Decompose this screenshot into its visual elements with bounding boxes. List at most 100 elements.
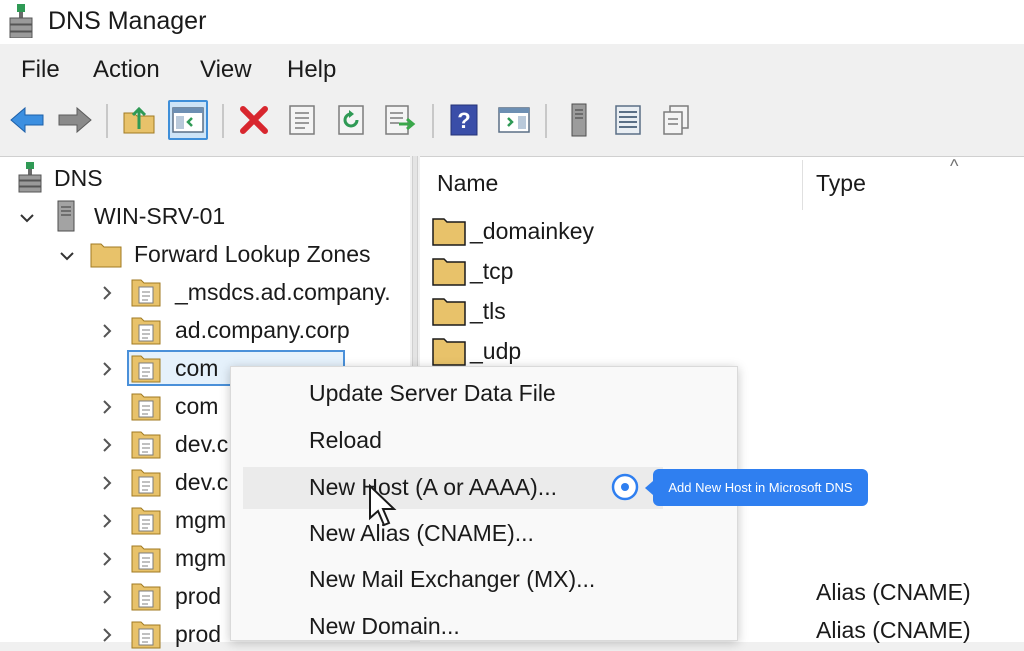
click-target-icon — [611, 473, 639, 501]
zone-file-icon — [131, 279, 161, 307]
help-icon[interactable]: ? — [444, 100, 484, 140]
tree-label: dev.c — [175, 430, 229, 457]
tree-item-zone[interactable]: prod — [131, 617, 221, 651]
chevron-right-icon[interactable] — [98, 284, 116, 302]
toolbar: ? — [0, 94, 1024, 150]
list-icon[interactable] — [608, 100, 648, 140]
tree-item-zone[interactable]: _msdcs.ad.company. — [131, 275, 391, 309]
zone-file-icon — [131, 507, 161, 535]
tree-item-zone[interactable]: com — [131, 351, 218, 385]
dns-app-icon — [9, 4, 33, 38]
menu-file[interactable]: File — [21, 56, 60, 84]
zone-file-icon — [131, 545, 161, 573]
chevron-right-icon[interactable] — [98, 626, 116, 644]
tree-item-forward-lookup-zones[interactable]: Forward Lookup Zones — [90, 237, 371, 271]
list-item[interactable]: _tls — [432, 293, 506, 329]
step-tooltip: Add New Host in Microsoft DNS — [653, 469, 868, 506]
tree-item-zone[interactable]: mgm — [131, 503, 226, 537]
up-folder-icon[interactable] — [119, 100, 159, 140]
list-item[interactable]: _domainkey — [432, 213, 594, 249]
tree-label: com — [175, 392, 219, 419]
chevron-right-icon[interactable] — [98, 322, 116, 340]
tree-item-zone[interactable]: ad.company.corp — [131, 313, 350, 347]
menu-item-reload[interactable]: Reload — [309, 427, 382, 454]
tooltip-tail — [645, 481, 653, 495]
tree-label: prod — [175, 582, 222, 609]
menu-item-new-mail-exchanger[interactable]: New Mail Exchanger (MX)... — [309, 566, 595, 593]
folder-icon — [432, 258, 466, 286]
tree-label: com — [175, 354, 219, 381]
svg-text:?: ? — [457, 108, 470, 133]
list-item[interactable]: _udp — [432, 333, 521, 369]
console-tree-icon[interactable] — [168, 100, 208, 140]
menu-view[interactable]: View — [200, 56, 252, 84]
zone-file-icon — [131, 355, 161, 383]
zone-file-icon — [131, 469, 161, 497]
tree-label: dev.c — [175, 468, 229, 495]
menu-bar: File Action View Help — [0, 50, 1024, 90]
tree-label: _msdcs.ad.company. — [175, 278, 391, 305]
zone-file-icon — [131, 621, 161, 649]
chevron-down-icon[interactable] — [18, 209, 36, 227]
list-item-name: _udp — [470, 337, 522, 364]
tree-label: mgm — [175, 544, 227, 571]
tree-item-server[interactable]: WIN-SRV-01 — [56, 199, 225, 233]
folder-icon — [432, 218, 466, 246]
column-header-name[interactable]: Name — [437, 170, 498, 197]
list-item-type: Alias (CNAME) — [816, 617, 971, 643]
list-item-name: _tcp — [470, 257, 514, 284]
column-separator[interactable] — [802, 160, 803, 210]
folder-icon — [432, 298, 466, 326]
zone-file-icon — [131, 583, 161, 611]
back-arrow-icon[interactable] — [7, 100, 47, 140]
tree-label: DNS — [54, 164, 103, 191]
tree-item-zone[interactable]: mgm — [131, 541, 226, 575]
server-icon[interactable] — [559, 100, 599, 140]
menu-help[interactable]: Help — [287, 56, 336, 84]
list-item[interactable]: _tcp — [432, 253, 513, 289]
tree-item-zone[interactable]: prod — [131, 579, 221, 613]
menu-item-update-server-data-file[interactable]: Update Server Data File — [309, 380, 556, 407]
chevron-right-icon[interactable] — [98, 550, 116, 568]
menu-action[interactable]: Action — [93, 56, 160, 84]
forward-arrow-icon[interactable] — [55, 100, 95, 140]
tree-item-dns-root[interactable]: DNS — [18, 161, 103, 195]
chevron-down-icon[interactable] — [58, 247, 76, 265]
refresh-icon[interactable] — [331, 100, 371, 140]
action-pane-icon[interactable] — [494, 100, 534, 140]
sort-caret-icon: ^ — [950, 156, 959, 176]
properties-icon[interactable] — [282, 100, 322, 140]
delete-icon[interactable] — [234, 100, 274, 140]
copy-icon[interactable] — [656, 100, 696, 140]
list-item-name: _tls — [470, 297, 506, 324]
menu-item-new-host[interactable]: New Host (A or AAAA)... — [309, 474, 557, 501]
zone-file-icon — [131, 317, 161, 345]
tree-label: prod — [175, 620, 222, 647]
menu-item-new-alias[interactable]: New Alias (CNAME)... — [309, 520, 534, 547]
server-icon — [57, 200, 75, 232]
tree-item-zone[interactable]: com — [131, 389, 218, 423]
folder-icon — [90, 243, 122, 268]
chevron-right-icon[interactable] — [98, 436, 116, 454]
menu-item-new-domain[interactable]: New Domain... — [309, 613, 460, 640]
column-header-type[interactable]: Type — [816, 170, 866, 197]
mouse-cursor-icon — [369, 484, 397, 527]
zone-file-icon — [131, 431, 161, 459]
tree-label: ad.company.corp — [175, 316, 350, 343]
chevron-right-icon[interactable] — [98, 360, 116, 378]
export-list-icon[interactable] — [380, 100, 420, 140]
zone-file-icon — [131, 393, 161, 421]
folder-icon — [432, 338, 466, 366]
tree-label: WIN-SRV-01 — [94, 202, 226, 229]
window-title: DNS Manager — [48, 7, 207, 35]
tree-label: Forward Lookup Zones — [134, 240, 371, 267]
dns-root-icon — [18, 162, 42, 193]
title-bar: DNS Manager — [0, 0, 1024, 44]
list-item-name: _domainkey — [470, 217, 595, 244]
chevron-right-icon[interactable] — [98, 398, 116, 416]
tree-item-zone[interactable]: dev.c — [131, 427, 228, 461]
chevron-right-icon[interactable] — [98, 512, 116, 530]
chevron-right-icon[interactable] — [98, 474, 116, 492]
chevron-right-icon[interactable] — [98, 588, 116, 606]
tree-item-zone[interactable]: dev.c — [131, 465, 228, 499]
